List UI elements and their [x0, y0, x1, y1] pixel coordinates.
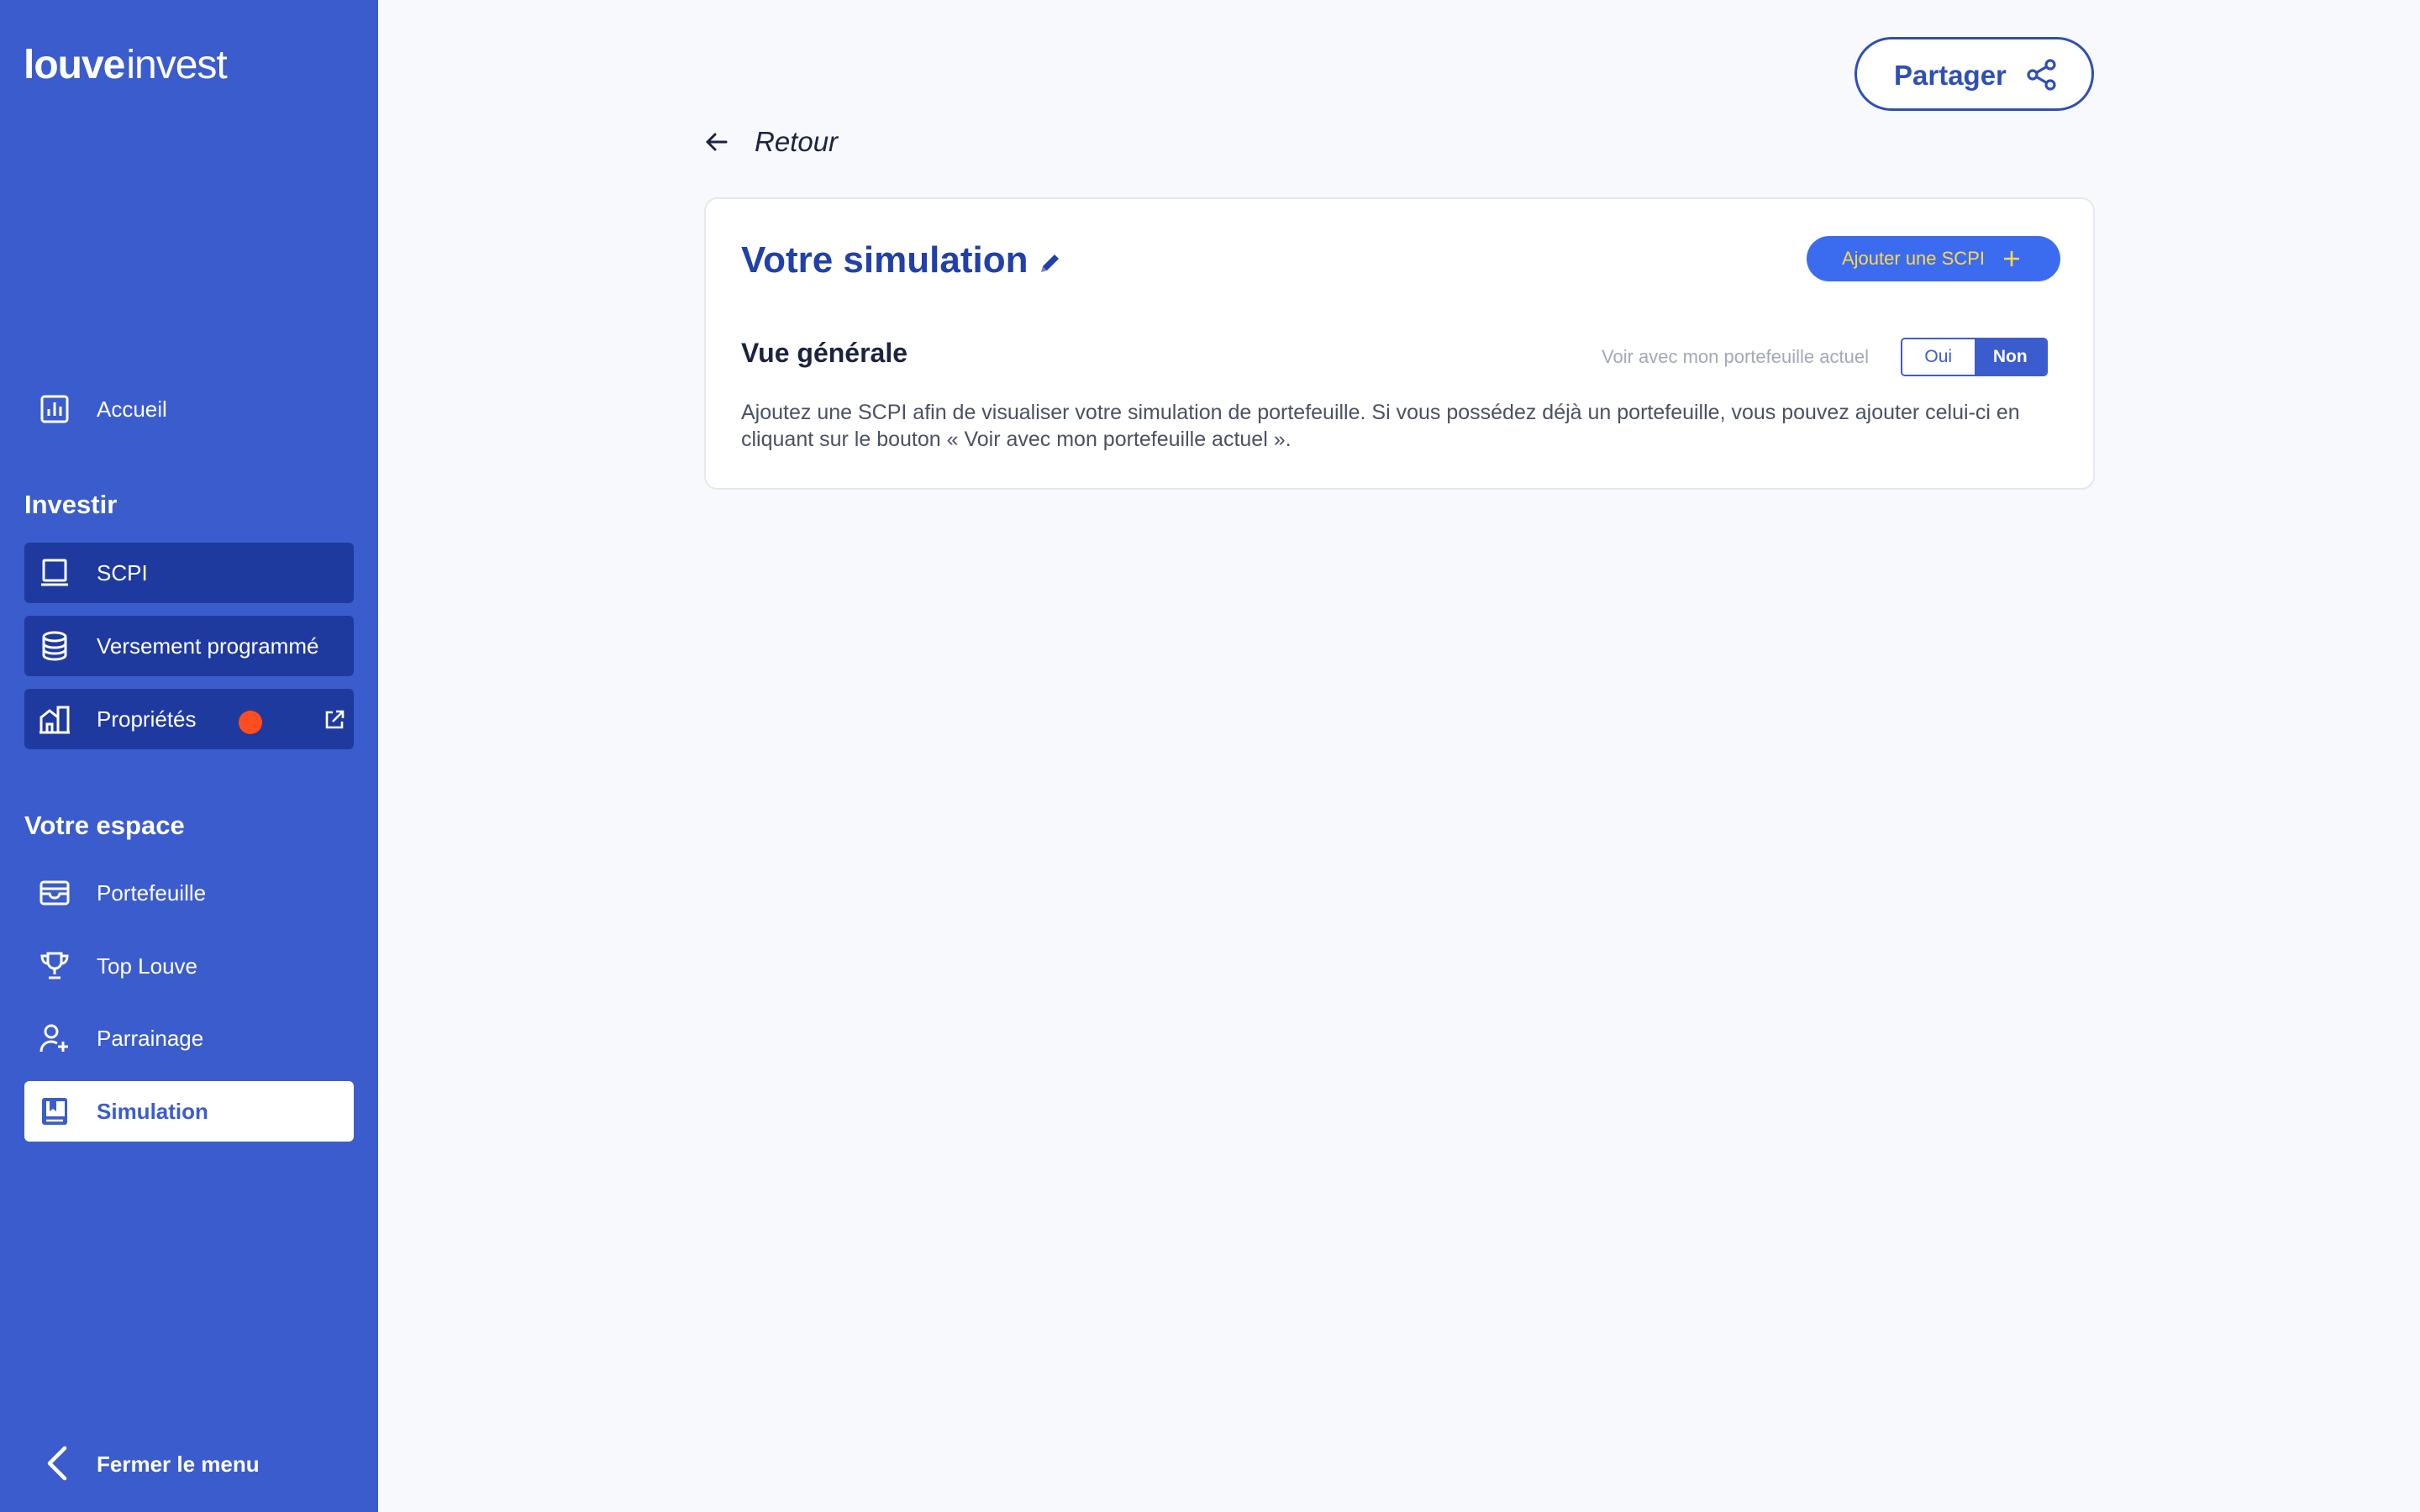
page-title: Votre simulation	[741, 239, 1028, 281]
sidebar-item-label: Portefeuille	[97, 880, 207, 906]
chart-icon	[40, 395, 69, 423]
sidebar-item-portefeuille[interactable]: Portefeuille	[24, 863, 354, 923]
sidebar-item-scpi[interactable]: SCPI	[24, 543, 354, 603]
sidebar-item-top-louve[interactable]: Top Louve	[24, 936, 354, 996]
sidebar: louve invest Accueil Investir SCPI Versem…	[0, 0, 378, 1512]
sidebar-item-accueil[interactable]: Accueil	[24, 379, 354, 439]
sidebar-item-label: Versement programmé	[97, 633, 319, 659]
sidebar-item-versement-programme[interactable]: Versement programmé	[24, 616, 354, 676]
close-menu-label: Fermer le menu	[97, 1452, 260, 1477]
portfolio-toggle-label: Voir avec mon portefeuille actuel	[1602, 346, 1869, 367]
notification-dot	[239, 711, 262, 734]
add-user-icon	[39, 1024, 68, 1053]
wallet-icon	[39, 880, 70, 906]
add-scpi-label: Ajouter une SCPI	[1842, 248, 1985, 269]
toggle-option-non[interactable]: Non	[1974, 339, 2046, 375]
share-icon	[2027, 59, 2056, 91]
sidebar-item-proprietes[interactable]: Propriétés	[24, 689, 354, 749]
toggle-option-oui[interactable]: Oui	[1902, 339, 1975, 375]
empty-state-description: Ajoutez une SCPI afin de visualiser votr…	[741, 401, 2020, 451]
simulation-card: Votre simulation Ajouter une SCPI Vue gé…	[704, 197, 2095, 490]
sidebar-item-label: Simulation	[97, 1099, 208, 1124]
portfolio-toggle[interactable]: Oui Non	[1901, 338, 2048, 376]
chevron-left-icon	[47, 1446, 67, 1481]
sidebar-item-simulation[interactable]: Simulation	[24, 1081, 354, 1142]
bookmark-book-icon	[42, 1098, 67, 1125]
sidebar-item-label: Accueil	[97, 396, 167, 422]
brand-logo-bold: louve	[24, 43, 125, 87]
brand-logo-light: invest	[126, 43, 227, 87]
sidebar-item-label: Top Louve	[97, 953, 197, 979]
back-label: Retour	[755, 126, 839, 157]
trophy-icon	[40, 952, 69, 979]
external-link-icon	[325, 710, 345, 729]
share-button-label: Partager	[1894, 60, 2007, 91]
plus-icon	[2004, 251, 2019, 266]
sidebar-item-parrainage[interactable]: Parrainage	[24, 1008, 354, 1068]
section-heading-votre-espace: Votre espace	[24, 811, 185, 840]
laptop-icon	[41, 559, 68, 586]
sidebar-item-label: SCPI	[97, 560, 148, 585]
add-scpi-button[interactable]: Ajouter une SCPI	[1807, 236, 2060, 281]
arrow-left-icon	[706, 133, 728, 151]
brand-logo[interactable]: louve invest	[24, 42, 228, 88]
buildings-icon	[39, 706, 70, 734]
share-button[interactable]: Partager	[1854, 37, 2094, 111]
close-menu-button[interactable]: Fermer le menu	[24, 1433, 354, 1494]
database-icon	[42, 631, 67, 661]
sidebar-item-label: Propriétés	[97, 706, 197, 732]
pencil-icon[interactable]	[1039, 251, 1062, 275]
section-subtitle: Vue générale	[741, 338, 908, 368]
sidebar-item-label: Parrainage	[97, 1026, 204, 1051]
section-heading-investir: Investir	[24, 490, 118, 519]
